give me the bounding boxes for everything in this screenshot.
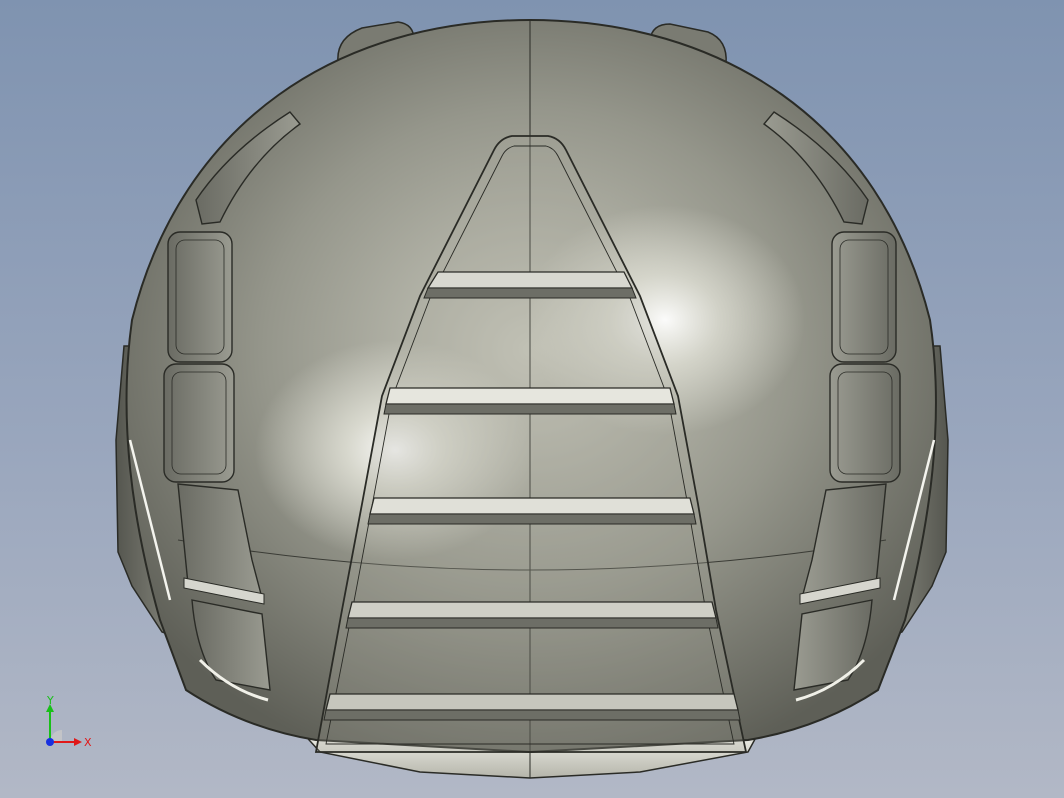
side-pad-right-3 (829, 363, 901, 483)
rib-2 (383, 387, 677, 415)
helmet-model[interactable] (0, 0, 1064, 798)
side-pad-left-2 (167, 231, 233, 363)
x-axis-label: X (84, 736, 92, 749)
x-axis-arrow (74, 738, 82, 746)
rib-5 (323, 693, 741, 721)
z-axis-dot (46, 738, 54, 746)
rib-3 (367, 497, 697, 525)
orientation-triad[interactable]: Y X (36, 696, 100, 756)
rib-1 (423, 271, 637, 299)
3d-viewport[interactable]: Y X (0, 0, 1064, 798)
rib-4 (345, 601, 719, 629)
side-pad-right-2 (831, 231, 897, 363)
y-axis-label: Y (46, 696, 54, 707)
side-pad-left-3 (163, 363, 235, 483)
